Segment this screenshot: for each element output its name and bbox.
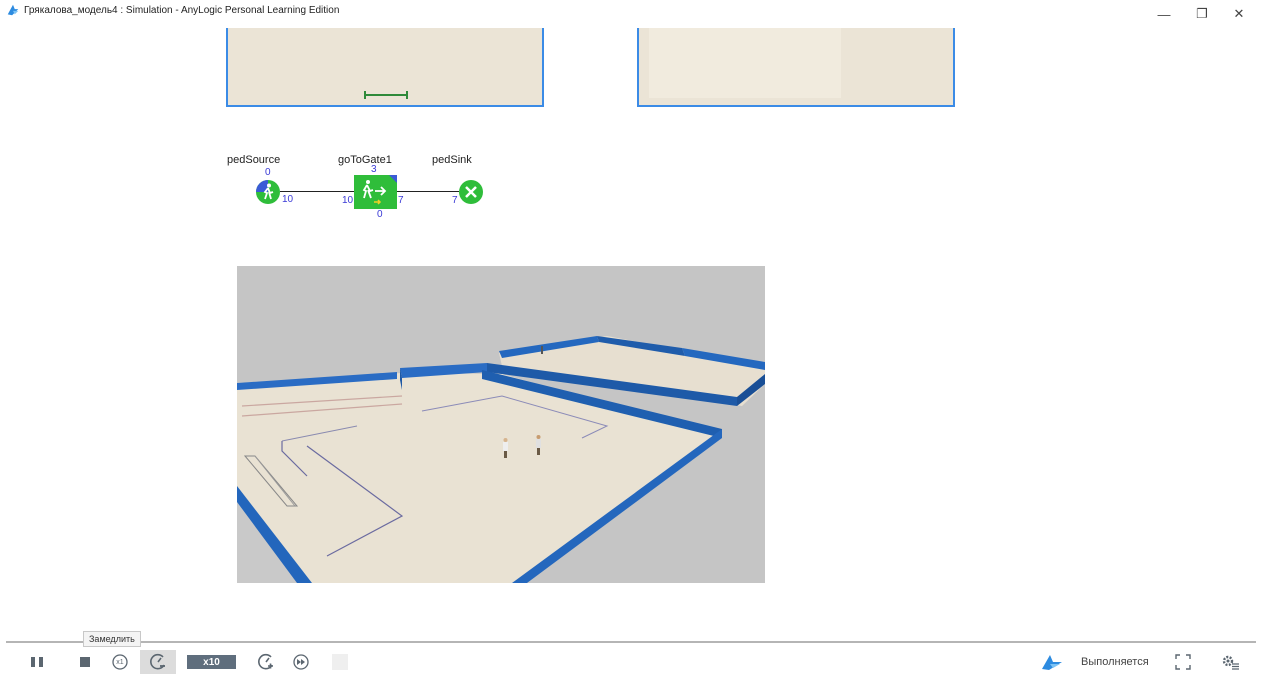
toolbar-separator <box>6 641 1256 643</box>
slow-down-tooltip: Замедлить <box>83 631 141 647</box>
close-button[interactable]: ✕ <box>1224 4 1254 24</box>
speed-up-icon <box>258 653 273 670</box>
speed-indicator: x10 <box>187 655 236 669</box>
gate-count-out: 7 <box>398 195 404 206</box>
step-icon <box>332 654 348 670</box>
slow-down-button[interactable] <box>140 650 176 674</box>
gate-count-top: 3 <box>371 164 377 175</box>
go-to-gate-icon[interactable] <box>354 175 397 209</box>
floor-view-panel-right[interactable] <box>637 28 955 107</box>
anylogic-status-logo-icon <box>1042 655 1062 670</box>
fullscreen-icon <box>1175 654 1191 670</box>
settings-button[interactable] <box>1218 650 1242 674</box>
gate-count-bottom: 0 <box>377 209 383 220</box>
realtime-speed-button[interactable]: x1 <box>108 650 132 674</box>
virtual-time-button[interactable] <box>289 650 313 674</box>
step-button[interactable] <box>330 650 350 674</box>
source-count-top: 0 <box>265 167 271 178</box>
ped-sink-icon[interactable] <box>458 179 484 205</box>
pause-icon <box>31 657 43 667</box>
fast-forward-icon <box>293 654 309 670</box>
pause-button[interactable] <box>26 650 48 674</box>
ped-sink-label: pedSink <box>432 154 472 166</box>
3d-scene-viewport[interactable] <box>237 266 765 583</box>
speed-up-button[interactable] <box>254 650 278 674</box>
slow-down-icon <box>150 653 165 670</box>
stop-icon <box>80 657 90 667</box>
distant-pedestrian <box>541 346 543 354</box>
floor-area <box>649 28 841 98</box>
minimize-button[interactable]: — <box>1149 4 1179 24</box>
realtime-label: x1 <box>116 658 124 666</box>
title-bar: Грякалова_модель4 : Simulation - AnyLogi… <box>0 0 1262 28</box>
connector-source-gate <box>280 191 354 192</box>
floor-view-panel-left[interactable] <box>226 28 544 107</box>
ped-source-icon[interactable] <box>255 179 281 205</box>
connector-gate-sink <box>397 191 459 192</box>
fullscreen-button[interactable] <box>1172 650 1194 674</box>
run-status: Выполняется <box>1081 656 1149 668</box>
sink-count-in: 7 <box>452 195 458 206</box>
window-title: Грякалова_модель4 : Simulation - AnyLogi… <box>24 4 340 16</box>
gear-list-icon <box>1222 655 1239 670</box>
source-count-out: 10 <box>282 194 294 205</box>
anylogic-logo-icon <box>7 4 19 16</box>
gate-count-in: 10 <box>342 195 354 206</box>
maximize-button[interactable]: ❐ <box>1187 4 1217 24</box>
ped-source-label: pedSource <box>227 154 281 166</box>
3d-scene <box>237 336 765 583</box>
scale-bar <box>364 91 408 99</box>
stop-button[interactable] <box>74 650 96 674</box>
go-to-gate-label: goToGate1 <box>338 154 392 166</box>
